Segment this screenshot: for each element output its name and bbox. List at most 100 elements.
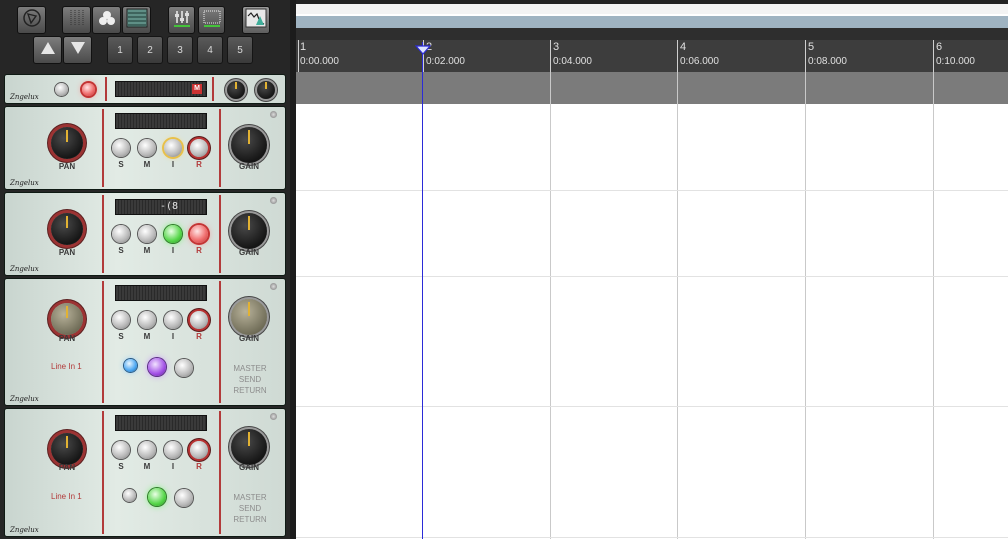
track-indicator: [270, 197, 277, 204]
meter-button[interactable]: [198, 6, 225, 34]
master-text: MASTER: [233, 364, 267, 373]
pan-knob[interactable]: [51, 303, 83, 335]
scroll-down-button[interactable]: [63, 36, 92, 64]
layout-button-3[interactable]: 3: [167, 36, 193, 64]
master-mute-badge: M: [192, 84, 202, 94]
master-track: M Zngelux: [4, 74, 286, 104]
send-text: SEND: [238, 375, 262, 384]
track-lane-divider: [296, 190, 1008, 191]
mute-button[interactable]: [138, 225, 156, 243]
master-volume-knob[interactable]: [227, 81, 245, 99]
time-label: 0:02.000: [426, 56, 465, 67]
master-fx-button[interactable]: [82, 83, 95, 96]
master-lane[interactable]: [296, 72, 1008, 104]
monitor-button[interactable]: [124, 359, 137, 372]
timeline-ruler[interactable]: 1 0:00.000 2 0:02.000 3 0:04.000 4 0:06.…: [296, 40, 1008, 72]
mixer-button[interactable]: [168, 6, 195, 34]
master-mono-button[interactable]: [55, 83, 68, 96]
mute-label: M: [143, 246, 151, 255]
logo-button[interactable]: [17, 6, 46, 34]
master-send-return-label: MASTER SEND RETURN: [229, 363, 271, 396]
arrange-view[interactable]: 1 0:00.000 2 0:02.000 3 0:04.000 4 0:06.…: [296, 0, 1008, 539]
phase-button[interactable]: [175, 489, 193, 507]
grid-line: [677, 72, 678, 539]
gain-knob[interactable]: [231, 429, 267, 465]
mute-label: M: [143, 332, 151, 341]
ruler-tick: [550, 40, 551, 72]
pan-label: PAN: [58, 463, 76, 472]
gain-knob[interactable]: [231, 127, 267, 163]
ruler-tick: [805, 40, 806, 72]
pan-knob[interactable]: [51, 127, 83, 159]
input-button[interactable]: [164, 441, 182, 459]
record-arm-button[interactable]: [190, 139, 208, 157]
time-label: 0:10.000: [936, 56, 975, 67]
return-text: RETURN: [233, 515, 267, 524]
divider: [102, 411, 104, 534]
playhead-cursor[interactable]: [422, 42, 423, 539]
solo-button[interactable]: [112, 441, 130, 459]
list-view-button[interactable]: [122, 6, 151, 34]
layout-button-1[interactable]: 1: [107, 36, 133, 64]
input-button[interactable]: [164, 225, 182, 243]
solo-button[interactable]: [112, 225, 130, 243]
gain-knob[interactable]: [231, 299, 267, 335]
mute-button[interactable]: [138, 139, 156, 157]
horizontal-scrollbar[interactable]: [296, 4, 1008, 14]
grid-button[interactable]: [62, 6, 91, 34]
fx-button[interactable]: [148, 358, 166, 376]
pan-label: PAN: [58, 248, 76, 257]
divider: [102, 281, 104, 403]
arrow-down-icon: [70, 41, 86, 60]
brand-logo: Zngelux: [10, 179, 39, 187]
input-button[interactable]: [164, 139, 182, 157]
grid-line: [550, 72, 551, 539]
record-arm-button[interactable]: [190, 441, 208, 459]
record-arm-button[interactable]: [190, 225, 208, 243]
grid-line: [933, 72, 934, 539]
master-send-return-label: MASTER SEND RETURN: [229, 492, 271, 525]
envelope-button[interactable]: [242, 6, 270, 34]
master-pan-knob[interactable]: [257, 81, 275, 99]
brand-logo: Zngelux: [10, 526, 39, 534]
layout-button-5[interactable]: 5: [227, 36, 253, 64]
solo-button[interactable]: [112, 139, 130, 157]
mute-label: M: [143, 160, 151, 169]
gain-label: GAIN: [239, 463, 259, 472]
arrow-up-icon: [40, 41, 56, 60]
gain-knob[interactable]: [231, 213, 267, 249]
mute-button[interactable]: [138, 311, 156, 329]
pan-knob[interactable]: [51, 213, 83, 245]
record-label: R: [196, 332, 202, 341]
input-button[interactable]: [164, 311, 182, 329]
phase-button[interactable]: [175, 359, 193, 377]
solo-button[interactable]: [112, 311, 130, 329]
input-label: I: [171, 160, 175, 169]
mute-button[interactable]: [138, 441, 156, 459]
track-strip-3: PAN S M I R Line In 1 GAIN MASTER SEND R…: [4, 278, 286, 406]
fx-button[interactable]: [148, 488, 166, 506]
record-arm-button[interactable]: [190, 311, 208, 329]
playhead-marker-icon[interactable]: [414, 42, 432, 60]
mute-label: M: [143, 462, 151, 471]
monitor-button[interactable]: [123, 489, 136, 502]
ruler-tick: [933, 40, 934, 72]
input-label: I: [171, 332, 175, 341]
return-text: RETURN: [233, 386, 267, 395]
track-meter: [115, 285, 207, 301]
divider: [102, 109, 104, 187]
input-source-label[interactable]: Line In 1: [51, 362, 82, 371]
time-label: 0:08.000: [808, 56, 847, 67]
scroll-up-button[interactable]: [33, 36, 62, 64]
ruler-tick: [298, 40, 299, 72]
pan-knob[interactable]: [51, 433, 83, 465]
input-source-label[interactable]: Line In 1: [51, 492, 82, 501]
list-icon: [126, 8, 148, 33]
record-label: R: [196, 246, 202, 255]
brand-logo: Zngelux: [10, 395, 39, 403]
layout-button-2[interactable]: 2: [137, 36, 163, 64]
group-button[interactable]: [92, 6, 121, 34]
input-label: I: [171, 246, 175, 255]
scroll-thumb[interactable]: [296, 16, 1008, 28]
layout-button-4[interactable]: 4: [197, 36, 223, 64]
